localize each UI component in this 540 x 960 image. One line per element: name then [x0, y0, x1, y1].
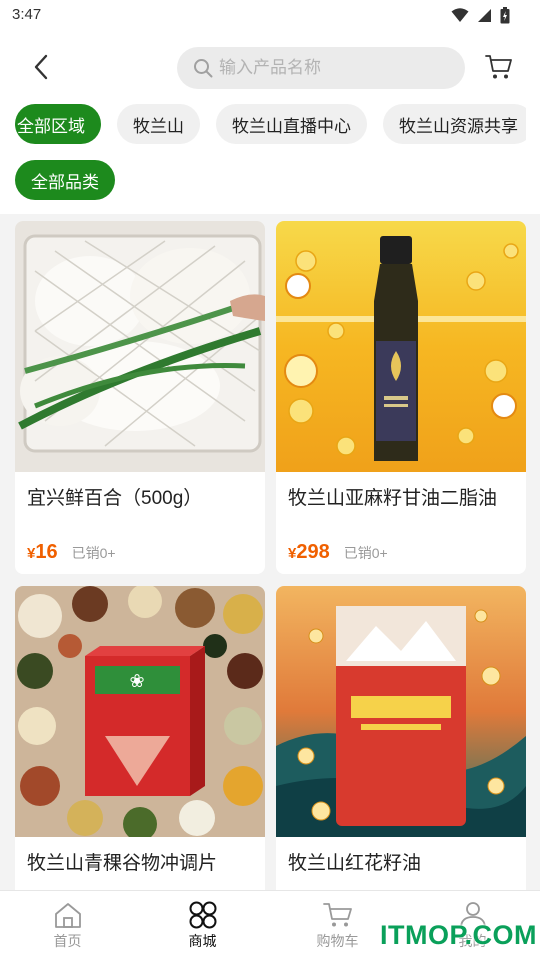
header [0, 32, 540, 104]
status-icons [451, 7, 510, 24]
product-name: 牧兰山亚麻籽甘油二脂油 [288, 488, 498, 509]
region-filter-row: 全部区域 牧兰山 牧兰山直播中心 牧兰山资源共享 [15, 104, 526, 144]
category-chip-all[interactable]: 全部品类 [15, 160, 115, 200]
sold-count: 已销0+ [343, 545, 388, 561]
product-image-barley-cereal: ❀ [15, 586, 265, 837]
tab-label: 首页 [53, 933, 82, 949]
product-card[interactable]: 牧兰山亚麻籽甘油二脂油 ¥ 298 已销0+ [276, 221, 526, 574]
status-bar: 3:47 [0, 0, 540, 32]
price-row: ¥ 298 已销0+ [288, 541, 388, 564]
product-image-linseed-oil [276, 221, 526, 472]
wifi-icon [451, 8, 469, 22]
product-card[interactable]: ❀ 牧兰山青稞谷物冲调片 [15, 586, 265, 890]
chevron-left-icon [34, 54, 48, 80]
product-name: 宜兴鲜百合（500g） [27, 488, 203, 509]
cart-icon [322, 903, 352, 927]
currency-symbol: ¥ [27, 545, 36, 562]
signal-icon [478, 9, 491, 22]
region-chip-all[interactable]: 全部区域 [15, 104, 101, 144]
product-price: 298 [296, 541, 330, 563]
filter-panel: 全部区域 牧兰山 牧兰山直播中心 牧兰山资源共享 全部品类 [0, 104, 540, 214]
grid-icon [189, 901, 216, 929]
region-chip-mulanshan[interactable]: 牧兰山 [117, 104, 200, 144]
home-icon [54, 903, 81, 928]
category-filter-row: 全部品类 [15, 160, 115, 200]
tab-label: 购物车 [316, 933, 359, 949]
product-name: 牧兰山红花籽油 [288, 853, 422, 874]
sold-count: 已销0+ [71, 545, 116, 561]
tab-home[interactable]: 首页 [0, 891, 135, 960]
watermark: ITMOP.COM [380, 920, 538, 950]
currency-symbol: ¥ [288, 545, 297, 562]
search-box[interactable] [177, 47, 465, 89]
product-image-lily [15, 221, 265, 472]
product-price: 16 [35, 541, 58, 563]
search-input[interactable] [219, 58, 449, 78]
header-cart-button[interactable] [484, 52, 516, 84]
region-chip-live-center[interactable]: 牧兰山直播中心 [216, 104, 367, 144]
battery-icon [500, 7, 510, 24]
tab-label: 商城 [188, 933, 217, 949]
status-time: 3:47 [12, 6, 42, 23]
back-button[interactable] [26, 52, 56, 82]
product-card[interactable]: 宜兴鲜百合（500g） ¥ 16 已销0+ [15, 221, 265, 574]
cart-icon [485, 55, 512, 79]
tab-mall[interactable]: 商城 [135, 891, 270, 960]
product-card[interactable]: 牧兰山红花籽油 [276, 586, 526, 890]
product-name: 牧兰山青稞谷物冲调片 [27, 853, 218, 874]
svg-text:❀: ❀ [129, 671, 144, 692]
product-grid: 宜兴鲜百合（500g） ¥ 16 已销0+ 牧兰山亚麻籽甘油二脂油 ¥ 298 … [0, 214, 540, 890]
price-row: ¥ 16 已销0+ [27, 541, 116, 564]
region-chip-resource-share[interactable]: 牧兰山资源共享 [383, 104, 526, 144]
search-icon [194, 59, 213, 78]
product-image-safflower-oil [276, 586, 526, 837]
